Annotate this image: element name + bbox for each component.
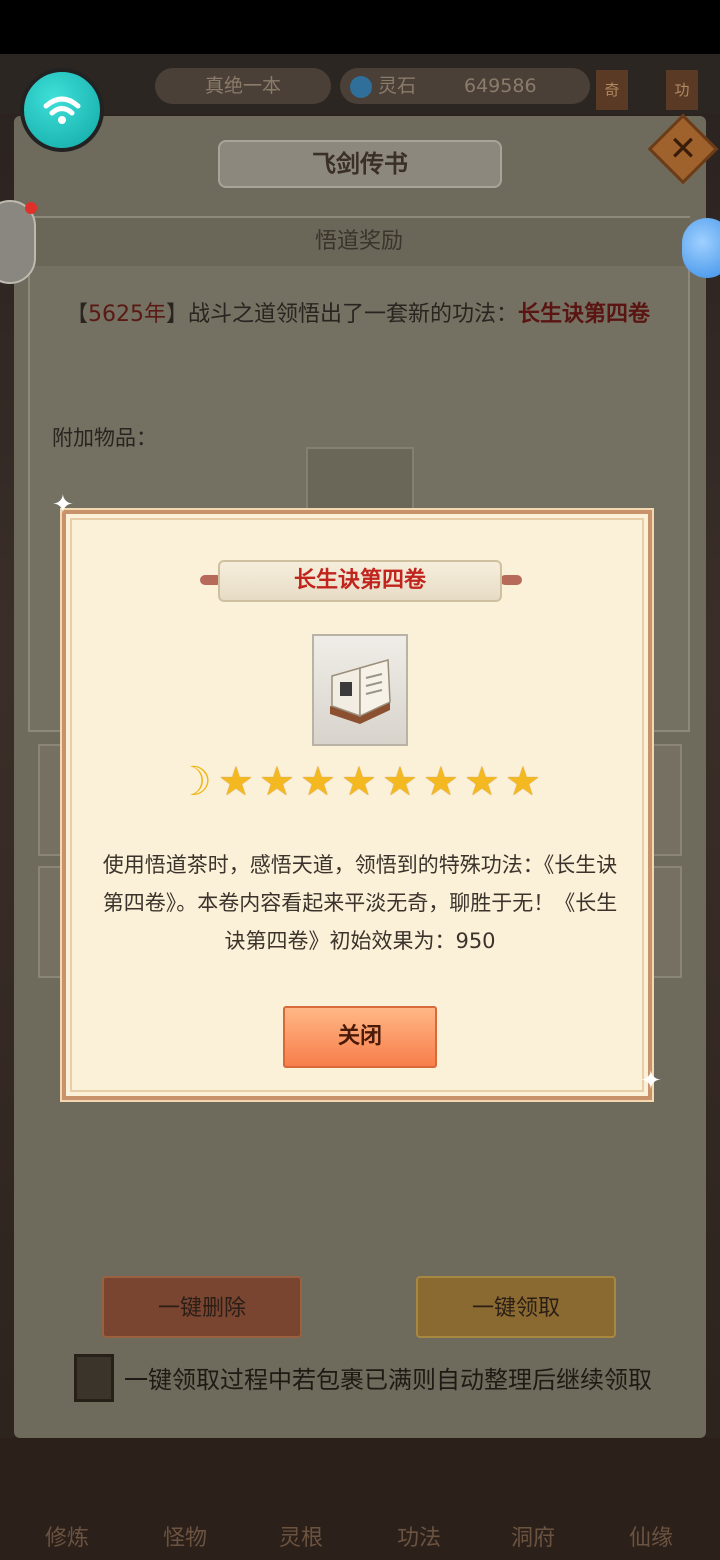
star-icon: ★ — [382, 759, 418, 805]
sparkle-icon: ✦ — [52, 490, 74, 520]
book-icon — [330, 659, 391, 724]
reward-middle: 】战斗之道领悟出了一套新的功法： — [166, 302, 519, 327]
modal-title: 长生诀第四卷 — [293, 568, 426, 593]
reward-prefix: 【 — [66, 302, 89, 327]
claim-all-button[interactable]: 一键领取 — [416, 1276, 616, 1338]
attach-label: 附加物品： — [52, 426, 157, 450]
nav-monster[interactable]: 怪物 — [140, 1520, 230, 1552]
sparkle-icon: ✦ — [640, 1066, 662, 1096]
attached-item-slot[interactable] — [306, 447, 414, 517]
star-icon: ★ — [341, 759, 377, 805]
title-knob-right — [500, 575, 522, 585]
spirit-stone-icon — [350, 75, 372, 98]
top-tag-left[interactable]: 奇 — [596, 70, 628, 110]
item-icon-box — [312, 634, 408, 746]
moon-rating-icon: ☽ — [176, 759, 212, 805]
panel-title: 飞剑传书 — [312, 150, 408, 178]
nav-fate[interactable]: 仙缘 — [606, 1520, 696, 1552]
star-icon: ★ — [464, 759, 500, 805]
item-description: 使用悟道茶时，感悟天道，领悟到的特殊功法：《长生诀第四卷》。本卷内容看起来平淡无… — [102, 853, 618, 953]
top-tag-right[interactable]: 功 — [666, 70, 698, 110]
nav-technique[interactable]: 功法 — [374, 1520, 464, 1552]
assistant-float-button[interactable] — [682, 218, 720, 278]
nav-spirit-root[interactable]: 灵根 — [256, 1520, 346, 1552]
star-icon: ★ — [300, 759, 336, 805]
currency-label: 灵石 — [378, 75, 417, 97]
nav-cultivate[interactable]: 修炼 — [22, 1520, 112, 1552]
delete-all-button[interactable]: 一键删除 — [102, 1276, 302, 1338]
notification-dot — [25, 202, 37, 214]
reward-year: 5625年 — [88, 302, 167, 327]
section-header: 悟道奖励 — [28, 218, 690, 266]
status-bar — [0, 0, 720, 54]
wifi-icon[interactable] — [20, 68, 104, 152]
star-icon: ★ — [259, 759, 295, 805]
auto-sort-checkbox[interactable] — [74, 1354, 114, 1402]
reward-message: 【5625年】战斗之道领悟出了一套新的功法：长生诀第四卷 — [66, 298, 666, 332]
modal-close-button[interactable]: 关闭 — [283, 1006, 437, 1068]
auto-sort-label: 一键领取过程中若包裹已满则自动整理后继续领取 — [124, 1366, 652, 1394]
close-icon: ✕ — [668, 129, 698, 169]
nav-cave[interactable]: 洞府 — [488, 1520, 578, 1552]
wifi-glyph — [43, 96, 81, 124]
reward-skill: 长生诀第四卷 — [518, 302, 651, 327]
currency-display: 灵石 649586 — [340, 68, 590, 104]
player-name: 真绝一本 — [155, 68, 331, 104]
star-icon: ★ — [505, 759, 541, 805]
star-icon: ★ — [218, 759, 254, 805]
currency-value: 649586 — [464, 75, 537, 97]
star-icon: ★ — [423, 759, 459, 805]
